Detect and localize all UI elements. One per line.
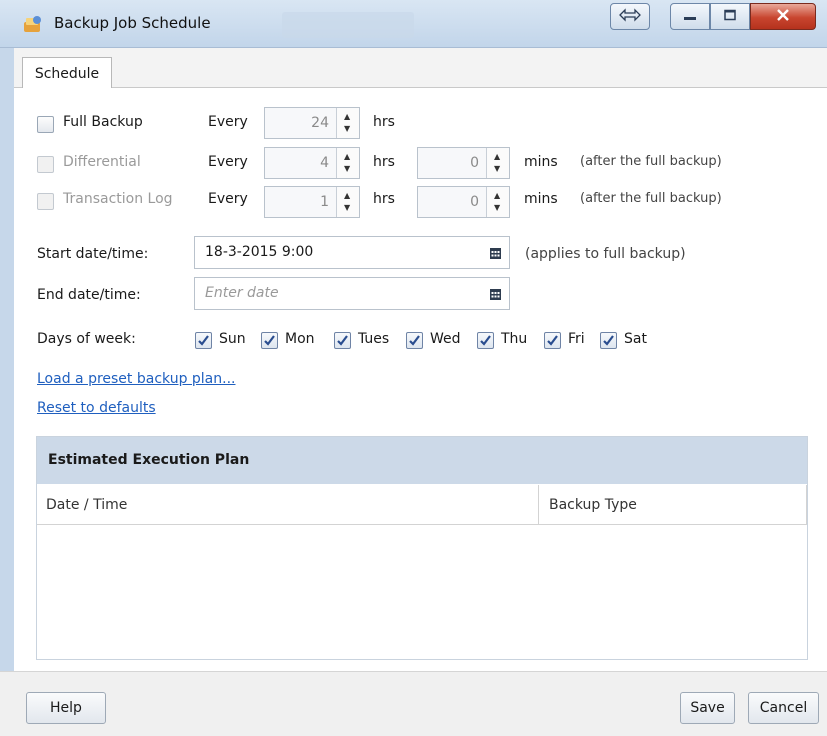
transaction-log-checkbox[interactable] (37, 193, 54, 210)
day-checkbox-sat[interactable] (600, 332, 617, 349)
start-date-input[interactable]: 18-3-2015 9:00 (194, 236, 510, 269)
tab-bar (14, 48, 827, 88)
transaction-mins-value: 0 (470, 194, 479, 210)
differential-mins-stepper[interactable]: 0 ▲ ▼ (417, 147, 510, 179)
day-checkbox-thu[interactable] (477, 332, 494, 349)
differential-hrs-unit: hrs (373, 154, 395, 170)
full-backup-checkbox[interactable] (37, 116, 54, 133)
transaction-note: (after the full backup) (580, 191, 722, 206)
spin-down-icon[interactable]: ▼ (494, 165, 500, 173)
differential-hours-stepper[interactable]: 4 ▲ ▼ (264, 147, 360, 179)
transaction-log-label: Transaction Log (63, 191, 173, 207)
day-checkbox-wed[interactable] (406, 332, 423, 349)
start-date-value: 18-3-2015 9:00 (205, 244, 314, 260)
help-button[interactable]: Help (26, 692, 106, 724)
column-header-backup-type[interactable]: Backup Type (539, 485, 807, 525)
maximize-button[interactable] (710, 3, 750, 30)
check-icon (480, 335, 491, 346)
differential-mins-value: 0 (470, 155, 479, 171)
differential-label: Differential (63, 154, 141, 170)
tab-schedule[interactable]: Schedule (22, 57, 112, 89)
transaction-hours-value: 1 (320, 194, 329, 210)
full-hours-stepper[interactable]: 24 ▲ ▼ (264, 107, 360, 139)
day-checkbox-fri[interactable] (544, 332, 561, 349)
full-hours-value: 24 (311, 115, 329, 131)
calendar-icon[interactable] (490, 288, 501, 300)
execution-plan-header: Estimated Execution Plan (37, 437, 807, 484)
day-label-wed: Wed (430, 331, 461, 347)
transaction-mins-stepper[interactable]: 0 ▲ ▼ (417, 186, 510, 218)
load-preset-link[interactable]: Load a preset backup plan... (37, 371, 236, 387)
day-label-mon: Mon (285, 331, 315, 347)
backup-app-icon (22, 14, 44, 34)
spin-down-icon[interactable]: ▼ (344, 204, 350, 212)
check-icon (198, 335, 209, 346)
transaction-every-label: Every (208, 191, 248, 207)
transaction-mins-unit: mins (524, 191, 558, 207)
calendar-icon[interactable] (490, 247, 501, 259)
day-label-fri: Fri (568, 331, 585, 347)
spin-down-icon[interactable]: ▼ (344, 125, 350, 133)
horizontal-arrows-icon (618, 7, 642, 26)
day-checkbox-mon[interactable] (261, 332, 278, 349)
save-button[interactable]: Save (680, 692, 735, 724)
day-label-thu: Thu (501, 331, 528, 347)
background-tab (282, 12, 414, 38)
differential-note: (after the full backup) (580, 154, 722, 169)
close-icon (776, 8, 790, 26)
maximize-icon (723, 9, 737, 25)
differential-mins-unit: mins (524, 154, 558, 170)
spin-up-icon[interactable]: ▲ (344, 153, 350, 161)
transaction-hours-stepper[interactable]: 1 ▲ ▼ (264, 186, 360, 218)
column-header-date-time-label: Date / Time (46, 497, 128, 513)
execution-plan-title: Estimated Execution Plan (48, 452, 250, 468)
check-icon (264, 335, 275, 346)
check-icon (603, 335, 614, 346)
end-date-input[interactable]: Enter date (194, 277, 510, 310)
reset-defaults-link[interactable]: Reset to defaults (37, 400, 156, 416)
days-of-week-label: Days of week: (37, 331, 136, 347)
end-date-label: End date/time: (37, 287, 141, 303)
day-label-tues: Tues (358, 331, 390, 347)
end-date-placeholder: Enter date (205, 285, 279, 301)
start-date-label: Start date/time: (37, 246, 149, 262)
differential-every-label: Every (208, 154, 248, 170)
spin-down-icon[interactable]: ▼ (344, 165, 350, 173)
spin-up-icon[interactable]: ▲ (494, 153, 500, 161)
cancel-button[interactable]: Cancel (748, 692, 819, 724)
full-every-label: Every (208, 114, 248, 130)
close-button[interactable] (750, 3, 816, 30)
spin-up-icon[interactable]: ▲ (344, 113, 350, 121)
full-hrs-unit: hrs (373, 114, 395, 130)
column-header-date-time[interactable]: Date / Time (37, 485, 539, 525)
check-icon (547, 335, 558, 346)
start-date-note: (applies to full backup) (525, 246, 686, 262)
transaction-hrs-unit: hrs (373, 191, 395, 207)
column-header-backup-type-label: Backup Type (549, 497, 637, 513)
day-label-sat: Sat (624, 331, 647, 347)
differential-hours-value: 4 (320, 155, 329, 171)
differential-checkbox[interactable] (37, 156, 54, 173)
window-title: Backup Job Schedule (54, 14, 211, 32)
minimize-button[interactable] (670, 3, 710, 30)
minimize-icon (683, 9, 697, 25)
spin-up-icon[interactable]: ▲ (494, 192, 500, 200)
window-frame-left (0, 48, 14, 736)
day-label-sun: Sun (219, 331, 246, 347)
spin-down-icon[interactable]: ▼ (494, 204, 500, 212)
execution-plan-rows (37, 526, 807, 659)
full-backup-label: Full Backup (63, 114, 143, 130)
spin-up-icon[interactable]: ▲ (344, 192, 350, 200)
day-checkbox-sun[interactable] (195, 332, 212, 349)
check-icon (337, 335, 348, 346)
day-checkbox-tues[interactable] (334, 332, 351, 349)
check-icon (409, 335, 420, 346)
resize-button[interactable] (610, 3, 650, 30)
